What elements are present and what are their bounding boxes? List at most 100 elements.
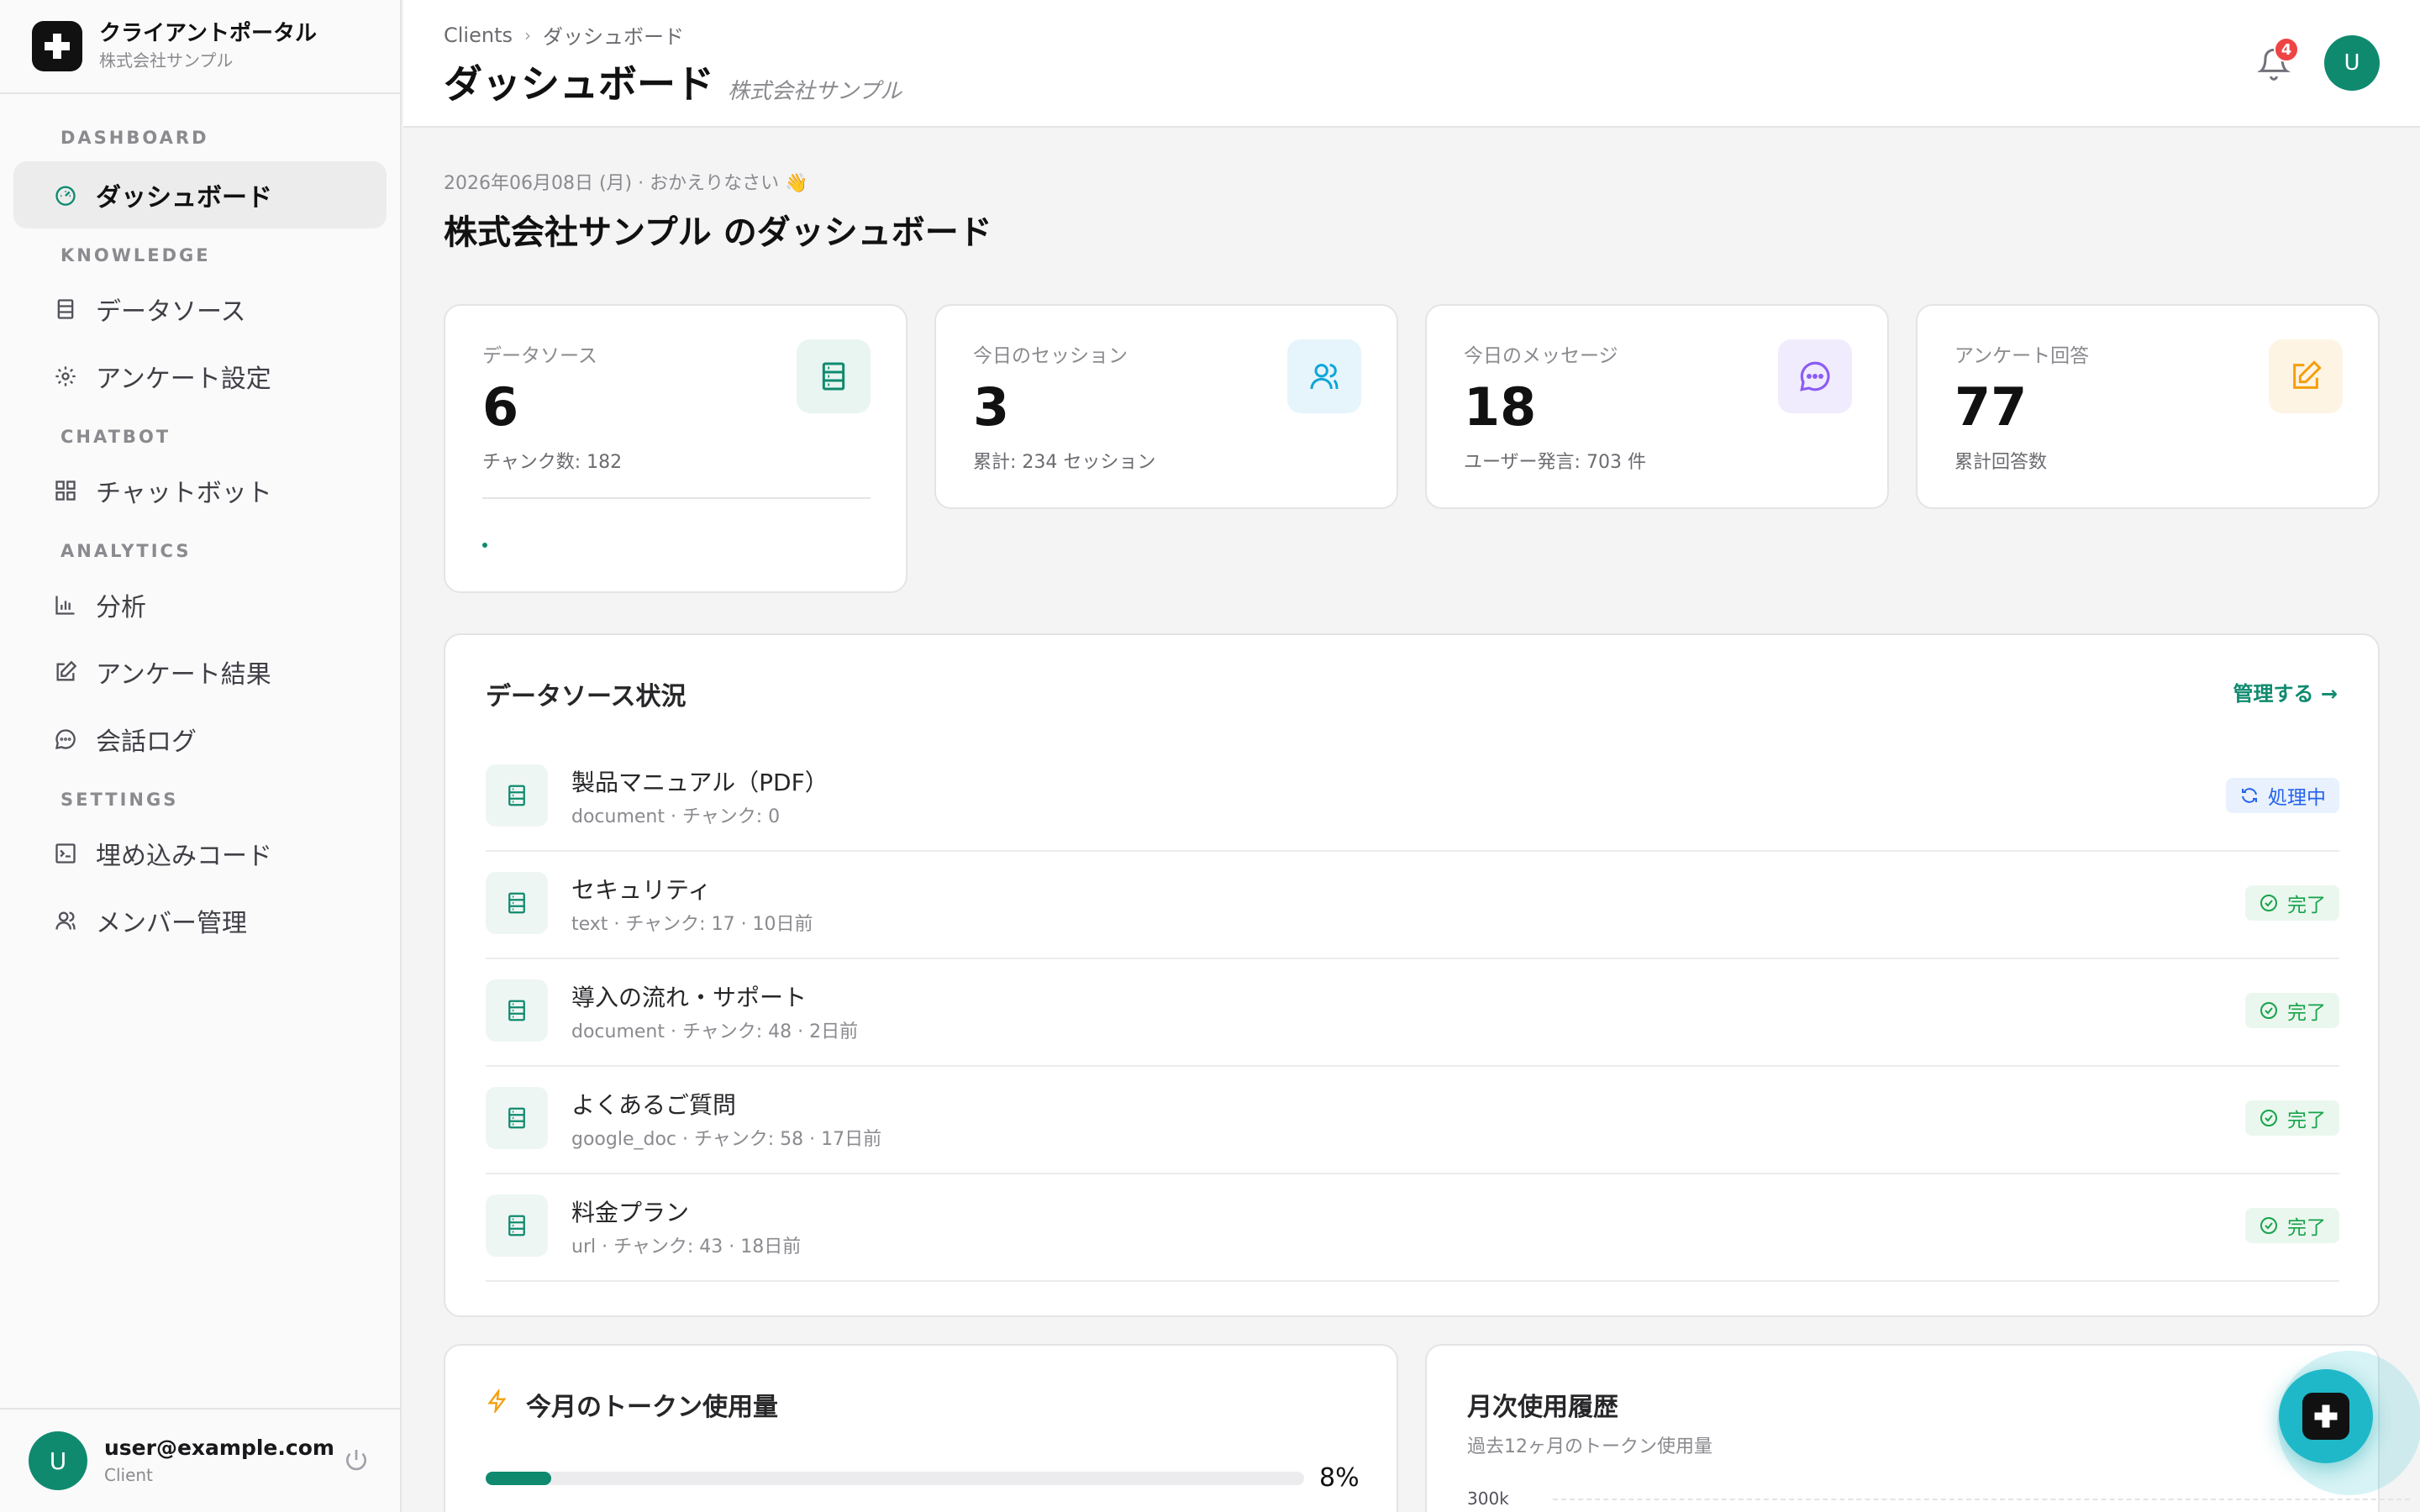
sidebar-item-label: データソース — [96, 297, 246, 327]
status-badge: 完了 — [2245, 1208, 2339, 1243]
datasource-name: セキュリティ — [571, 876, 712, 904]
datasource-status-card: データソース状況 管理する → 製品マニュアル（PDF） document · … — [444, 633, 2380, 1317]
section-title: データソース状況 — [486, 682, 687, 711]
stat-sub: 累計回答数 — [1954, 452, 2048, 473]
stat-label: データソース — [482, 345, 597, 367]
datasource-meta: url · チャンク: 43 · 18日前 — [571, 1236, 802, 1257]
user-email: user@example.com — [104, 1436, 334, 1460]
status-label: 完了 — [2287, 1217, 2326, 1239]
section-title: 今月のトークン使用量 — [526, 1393, 778, 1422]
sidebar-item-label: メンバー管理 — [96, 909, 247, 938]
table-row[interactable]: セキュリティ text · チャンク: 17 · 10日前 完了 — [486, 852, 2339, 959]
stat-card-datasources[interactable]: データソース 6 チャンク数: 182 — [444, 304, 908, 593]
greeting: 2026年06月08日 (月) · おかえりなさい 👋 — [444, 173, 808, 194]
status-label: 処理中 — [2268, 787, 2326, 809]
terminal-icon — [55, 843, 76, 864]
sidebar-item-label: ダッシュボード — [96, 183, 272, 213]
stat-label: 今日のセッション — [973, 345, 1128, 367]
stat-value: 6 — [482, 376, 519, 438]
sidebar-item-label: 会話ログ — [96, 727, 197, 757]
status-badge: 完了 — [2245, 993, 2339, 1028]
nav-section-dashboard: DASHBOARD — [60, 128, 209, 148]
breadcrumb-separator: › — [523, 24, 531, 45]
sidebar-item-label: アンケート設定 — [96, 365, 271, 394]
table-row[interactable]: 料金プラン url · チャンク: 43 · 18日前 完了 — [486, 1174, 2339, 1282]
stat-value: 18 — [1464, 376, 1537, 438]
database-icon — [486, 979, 548, 1042]
status-badge: 完了 — [2245, 1100, 2339, 1136]
stat-card-messages[interactable]: 今日のメッセージ 18 ユーザー発言: 703 件 — [1425, 304, 1889, 509]
sidebar-item-label: チャットボット — [96, 479, 272, 508]
sidebar-item-chatbot[interactable]: チャットボット — [13, 457, 387, 524]
stat-card-sessions[interactable]: 今日のセッション 3 累計: 234 セッション — [934, 304, 1398, 509]
database-icon — [486, 1087, 548, 1149]
sidebar-item-embed-code[interactable]: 埋め込みコード — [13, 820, 387, 887]
token-progress-bar — [486, 1472, 1304, 1485]
nav-section-knowledge: KNOWLEDGE — [60, 245, 211, 265]
section-title: 月次使用履歴 — [1467, 1393, 1618, 1422]
table-row[interactable]: 製品マニュアル（PDF） document · チャンク: 0 処理中 — [486, 744, 2339, 852]
database-icon — [486, 1194, 548, 1257]
database-icon — [486, 872, 548, 934]
page-subtitle: 株式会社サンプル — [728, 79, 902, 104]
status-dot — [482, 543, 487, 548]
breadcrumb-current: ダッシュボード — [542, 25, 684, 49]
nav-section-chatbot: CHATBOT — [60, 427, 171, 447]
datasource-meta: document · チャンク: 0 — [571, 806, 781, 827]
gear-icon — [55, 366, 76, 386]
table-row[interactable]: よくあるご質問 google_doc · チャンク: 58 · 17日前 完了 — [486, 1067, 2339, 1174]
sidebar-item-label: 分析 — [96, 593, 146, 622]
breadcrumb-clients[interactable]: Clients — [444, 24, 513, 47]
sidebar-item-survey-settings[interactable]: アンケート設定 — [13, 343, 387, 410]
stat-label: アンケート回答 — [1954, 345, 2090, 367]
sidebar-item-label: アンケート結果 — [96, 660, 271, 690]
brand-title: クライアントポータル — [99, 21, 317, 46]
check-circle-icon — [2260, 1110, 2277, 1126]
sidebar-item-datasources[interactable]: データソース — [13, 276, 387, 343]
stat-value: 3 — [973, 376, 1010, 438]
database-icon — [57, 299, 74, 319]
users-icon — [55, 911, 76, 930]
bar-chart-icon — [55, 596, 75, 615]
edit-icon — [2269, 339, 2343, 413]
check-circle-icon — [2260, 1002, 2277, 1019]
table-row[interactable]: 導入の流れ・サポート document · チャンク: 48 · 2日前 完了 — [486, 959, 2339, 1067]
datasource-name: 導入の流れ・サポート — [571, 984, 808, 1011]
stat-card-survey[interactable]: アンケート回答 77 累計回答数 — [1916, 304, 2380, 509]
user-profile[interactable]: U user@example.com Client — [0, 1408, 400, 1512]
edit-icon — [56, 660, 77, 681]
stat-sub: 累計: 234 セッション — [973, 452, 1156, 473]
database-icon — [797, 339, 871, 413]
gauge-icon — [55, 186, 76, 206]
users-icon — [1287, 339, 1361, 413]
manage-link[interactable]: 管理する → — [2233, 677, 2338, 706]
stat-sub: ユーザー発言: 703 件 — [1464, 452, 1646, 473]
status-label: 完了 — [2287, 895, 2326, 916]
sidebar-item-dashboard[interactable]: ダッシュボード — [13, 161, 387, 228]
sidebar-item-members[interactable]: メンバー管理 — [13, 887, 387, 954]
sidebar-item-conversation-log[interactable]: 会話ログ — [13, 706, 387, 773]
datasource-name: 製品マニュアル（PDF） — [571, 769, 829, 796]
token-percent: 8% — [1319, 1463, 1360, 1493]
sidebar-item-analytics[interactable]: 分析 — [13, 571, 387, 638]
chat-launcher-button[interactable] — [2279, 1369, 2373, 1463]
sidebar-item-survey-results[interactable]: アンケート結果 — [13, 638, 387, 706]
page-title: ダッシュボード — [444, 61, 714, 107]
brand[interactable]: クライアントポータル 株式会社サンプル — [0, 0, 400, 94]
sidebar-item-label: 埋め込みコード — [96, 842, 272, 871]
avatar: U — [29, 1431, 87, 1490]
refresh-icon — [2242, 788, 2257, 803]
status-label: 完了 — [2287, 1110, 2326, 1131]
power-icon[interactable] — [343, 1446, 370, 1473]
divider — [482, 497, 871, 499]
chat-bubble-icon — [1778, 339, 1852, 413]
header-avatar[interactable]: U — [2324, 35, 2380, 91]
status-badge: 完了 — [2245, 885, 2339, 921]
datasource-name: よくあるご質問 — [571, 1091, 737, 1119]
breadcrumb: Clients › ダッシュボード — [444, 20, 684, 50]
stat-value: 77 — [1954, 376, 2028, 438]
monthly-history-card: 月次使用履歴 過去12ヶ月のトークン使用量 300k — [1425, 1344, 2410, 1512]
status-label: 完了 — [2287, 1002, 2326, 1024]
check-circle-icon — [2260, 895, 2277, 911]
datasource-meta: text · チャンク: 17 · 10日前 — [571, 914, 813, 935]
